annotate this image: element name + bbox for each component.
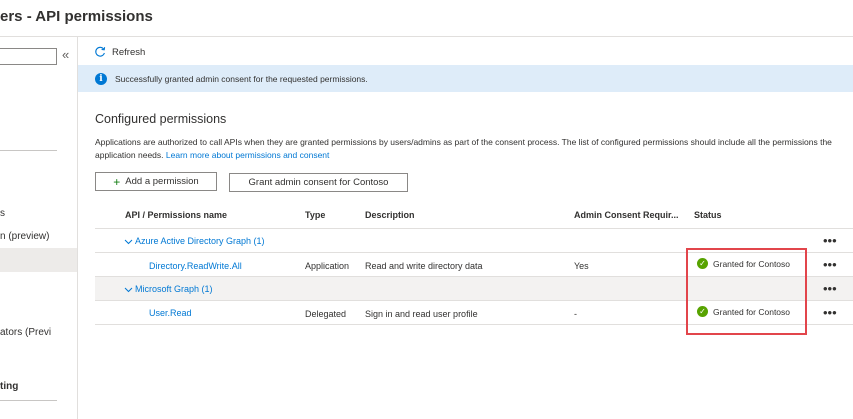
left-nav: « s n (preview) ators (Previ ting xyxy=(0,37,78,419)
more-icon[interactable]: ••• xyxy=(823,234,837,247)
column-header-status[interactable]: Status xyxy=(694,210,722,220)
collapse-nav-button[interactable]: « xyxy=(62,47,69,62)
permission-description: Read and write directory data xyxy=(365,261,483,271)
section-description: Applications are authorized to call APIs… xyxy=(95,136,843,162)
nav-divider xyxy=(0,150,57,151)
command-bar: Refresh xyxy=(78,37,853,65)
group-name: Azure Active Directory Graph (1) xyxy=(135,236,265,246)
nav-item-api-permissions-selected[interactable] xyxy=(0,248,77,272)
add-permission-button[interactable]: + Add a permission xyxy=(95,172,217,191)
page-title: ers - API permissions xyxy=(0,8,153,25)
grant-consent-label: Grant admin consent for Contoso xyxy=(248,177,389,188)
nav-item-2[interactable]: n (preview) xyxy=(0,231,49,242)
group-azure-ad-graph[interactable]: Azure Active Directory Graph (1) xyxy=(124,236,265,246)
permission-user-read[interactable]: User.Read xyxy=(149,308,192,318)
app-root: ers - API permissions « s n (preview) at… xyxy=(0,0,853,419)
success-banner: i Successfully granted admin consent for… xyxy=(78,65,853,92)
refresh-button[interactable]: Refresh xyxy=(94,44,145,60)
nav-item-1[interactable]: s xyxy=(0,208,5,219)
more-icon[interactable]: ••• xyxy=(823,306,837,319)
group-microsoft-graph[interactable]: Microsoft Graph (1) xyxy=(124,284,213,294)
permission-directory-readwrite-all[interactable]: Directory.ReadWrite.All xyxy=(149,261,242,271)
nav-divider xyxy=(0,400,57,401)
permission-type: Delegated xyxy=(305,309,347,319)
annotation-highlight-box xyxy=(686,248,807,335)
column-header-type[interactable]: Type xyxy=(305,210,325,220)
nav-search-input[interactable] xyxy=(0,48,57,65)
refresh-icon xyxy=(95,46,106,57)
add-permission-label: Add a permission xyxy=(125,176,199,187)
info-icon: i xyxy=(95,72,107,85)
more-icon[interactable]: ••• xyxy=(823,282,837,295)
refresh-label: Refresh xyxy=(112,46,146,58)
column-header-description[interactable]: Description xyxy=(365,210,415,220)
group-name: Microsoft Graph (1) xyxy=(135,284,213,294)
permission-description: Sign in and read user profile xyxy=(365,309,478,319)
learn-more-link[interactable]: Learn more about permissions and consent xyxy=(166,150,329,160)
column-header-api[interactable]: API / Permissions name xyxy=(125,210,227,220)
column-header-admin-consent[interactable]: Admin Consent Requir... xyxy=(574,210,679,220)
row-divider xyxy=(95,228,853,229)
chevron-down-icon xyxy=(124,287,133,292)
admin-consent-required: - xyxy=(574,309,577,319)
admin-consent-required: Yes xyxy=(574,261,589,271)
more-icon[interactable]: ••• xyxy=(823,258,837,271)
section-title: Configured permissions xyxy=(95,112,227,126)
blade-header: ers - API permissions xyxy=(0,0,853,37)
permission-type: Application xyxy=(305,261,350,271)
banner-message: Successfully granted admin consent for t… xyxy=(115,73,368,84)
nav-item-3[interactable]: ators (Previ xyxy=(0,327,51,338)
grant-admin-consent-button[interactable]: Grant admin consent for Contoso xyxy=(229,173,408,192)
chevron-down-icon xyxy=(124,239,133,244)
nav-section-heading: ting xyxy=(0,381,19,392)
plus-icon: + xyxy=(113,174,121,189)
